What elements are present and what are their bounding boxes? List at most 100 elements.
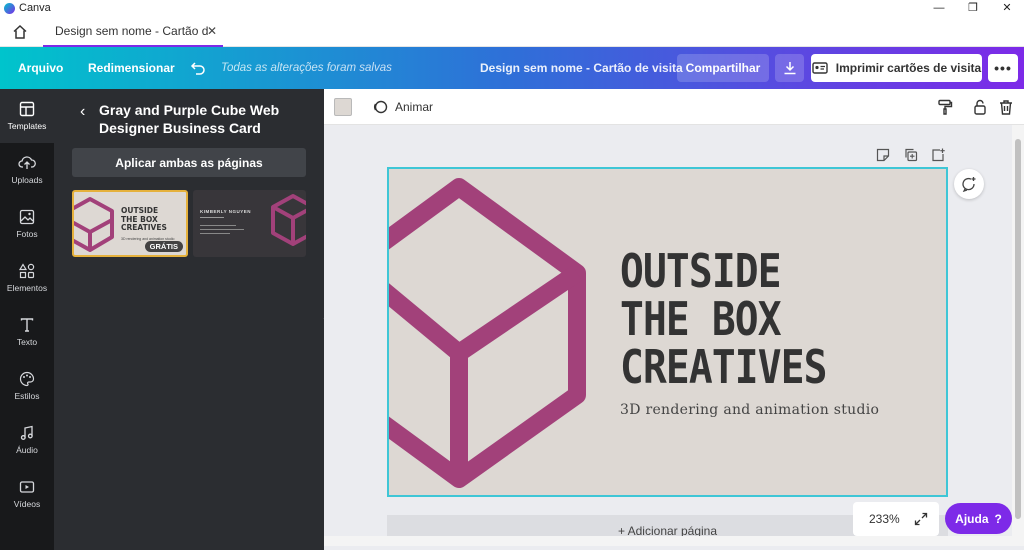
editor-toolbar: Animar — [324, 89, 1024, 125]
rail-item-audio[interactable]: Áudio — [0, 413, 54, 467]
palette-icon — [19, 371, 35, 387]
rail-label: Fotos — [16, 229, 38, 239]
add-page-icon-button[interactable] — [930, 147, 946, 163]
duplicate-page-button[interactable] — [903, 147, 919, 163]
background-color-swatch[interactable] — [334, 98, 352, 116]
undo-button[interactable] — [190, 47, 206, 89]
rail-item-styles[interactable]: Estilos — [0, 359, 54, 413]
maximize-button[interactable]: ❐ — [956, 0, 990, 16]
rail-label: Estilos — [14, 391, 40, 401]
rail-label: Texto — [16, 337, 38, 347]
card-subtitle[interactable]: 3D rendering and animation studio — [620, 402, 879, 418]
cube-logo-graphic[interactable] — [387, 167, 587, 497]
thumbnail-name: KIMBERLY NGUYEN — [200, 209, 252, 214]
thumbnail-text-line — [200, 217, 224, 218]
home-button[interactable] — [8, 22, 32, 42]
page-notes-button[interactable] — [875, 147, 891, 163]
animate-label: Animar — [395, 100, 434, 114]
rail-item-templates[interactable]: Templates — [0, 89, 54, 143]
card-headline[interactable]: OUTSIDE THE BOX CREATIVES — [620, 247, 827, 391]
note-icon — [876, 148, 890, 162]
horizontal-scrollbar[interactable] — [324, 536, 1012, 546]
rail-label: Áudio — [16, 445, 38, 455]
photo-icon — [19, 209, 35, 225]
templates-icon — [19, 101, 35, 117]
apply-both-pages-button[interactable]: Aplicar ambas as páginas — [72, 148, 306, 177]
undo-icon — [190, 62, 205, 75]
file-menu-button[interactable]: Arquivo — [18, 47, 63, 89]
window-controls: — ❐ ✕ — [922, 0, 1024, 16]
document-title[interactable]: Design sem nome - Cartão de visita — [480, 47, 683, 89]
rail-item-elements[interactable]: Elementos — [0, 251, 54, 305]
rail-label: Elementos — [6, 283, 48, 293]
home-icon — [13, 24, 27, 39]
save-status: Todas as alterações foram salvas — [221, 62, 392, 74]
rail-item-text[interactable]: Texto — [0, 305, 54, 359]
animate-icon — [374, 100, 388, 114]
add-page-icon — [932, 148, 945, 162]
canva-logo-icon — [4, 2, 15, 14]
comment-add-icon — [962, 177, 976, 192]
template-page-thumbnail-front[interactable]: OUTSIDE THE BOX CREATIVES 3D rendering a… — [72, 190, 188, 257]
back-button[interactable]: ‹ — [80, 103, 85, 121]
animate-button[interactable]: Animar — [372, 89, 433, 125]
template-page-thumbnail-back[interactable]: KIMBERLY NGUYEN — [193, 190, 306, 257]
duplicate-icon — [905, 148, 918, 162]
more-options-button[interactable]: ••• — [988, 54, 1018, 82]
rail-item-uploads[interactable]: Uploads — [0, 143, 54, 197]
text-icon — [20, 318, 34, 332]
fullscreen-icon[interactable] — [914, 512, 928, 526]
window-title: Canva — [19, 2, 51, 14]
add-comment-button[interactable] — [954, 169, 984, 199]
video-icon — [19, 481, 35, 493]
print-business-cards-button[interactable]: Imprimir cartões de visita — [811, 54, 982, 82]
help-label: Ajuda — [955, 511, 989, 526]
copy-style-button[interactable] — [935, 97, 955, 117]
rail-item-videos[interactable]: Vídeos — [0, 467, 54, 521]
thumbnail-text-line — [200, 225, 236, 226]
lock-button[interactable] — [970, 97, 990, 117]
thumbnail-title: OUTSIDE THE BOX CREATIVES — [121, 206, 167, 232]
editor-top-bar: Arquivo Redimensionar Todas as alteraçõe… — [0, 47, 1024, 89]
cube-logo-image — [74, 197, 114, 252]
minimize-button[interactable]: — — [922, 0, 956, 16]
download-icon — [784, 62, 795, 75]
thumbnail-text-line — [200, 229, 244, 230]
thumbnail-text-line — [200, 233, 230, 234]
print-button-label: Imprimir cartões de visita — [835, 61, 982, 75]
headline-line-3: CREATIVES — [620, 340, 827, 394]
rail-label: Uploads — [11, 175, 43, 185]
share-button[interactable]: Compartilhar — [677, 54, 769, 82]
tab-bar: Design sem nome - Cartão d ✕ — [0, 16, 1024, 47]
rail-item-photos[interactable]: Fotos — [0, 197, 54, 251]
zoom-level[interactable]: 233% — [869, 512, 900, 526]
tab-label: Design sem nome - Cartão d — [55, 23, 209, 38]
cloud-upload-icon — [18, 156, 36, 169]
window-title-bar: Canva — ❐ ✕ — [0, 0, 1024, 16]
business-card-page[interactable]: OUTSIDE THE BOX CREATIVES 3D rendering a… — [387, 167, 948, 497]
scrollbar-thumb[interactable] — [1015, 139, 1021, 519]
lock-open-icon — [974, 99, 986, 115]
trash-icon — [1000, 100, 1012, 115]
paint-roller-icon — [938, 99, 953, 115]
delete-button[interactable] — [996, 97, 1016, 117]
question-icon: ? — [994, 511, 1002, 526]
tab-close-button[interactable]: ✕ — [207, 24, 217, 38]
help-button[interactable]: Ajuda ? — [945, 503, 1012, 534]
elements-icon — [19, 263, 35, 279]
rail-label: Templates — [7, 121, 47, 131]
headline-line-1: OUTSIDE — [620, 244, 782, 298]
left-nav-rail: Templates Uploads Fotos Elementos Texto … — [0, 89, 54, 550]
vertical-scrollbar[interactable] — [1012, 125, 1024, 546]
download-button[interactable] — [775, 54, 804, 82]
cube-logo-image — [271, 194, 306, 246]
resize-button[interactable]: Redimensionar — [88, 47, 175, 89]
template-title: Gray and Purple Cube Web Designer Busine… — [99, 102, 280, 136]
business-card-icon — [812, 62, 828, 74]
free-badge: GRÁTIS — [144, 241, 183, 252]
close-window-button[interactable]: ✕ — [990, 0, 1024, 16]
music-note-icon — [20, 425, 33, 440]
tab-design[interactable]: Design sem nome - Cartão d ✕ — [43, 16, 223, 47]
headline-line-2: THE BOX — [620, 292, 782, 346]
design-canvas-area: OUTSIDE THE BOX CREATIVES 3D rendering a… — [324, 125, 1012, 546]
